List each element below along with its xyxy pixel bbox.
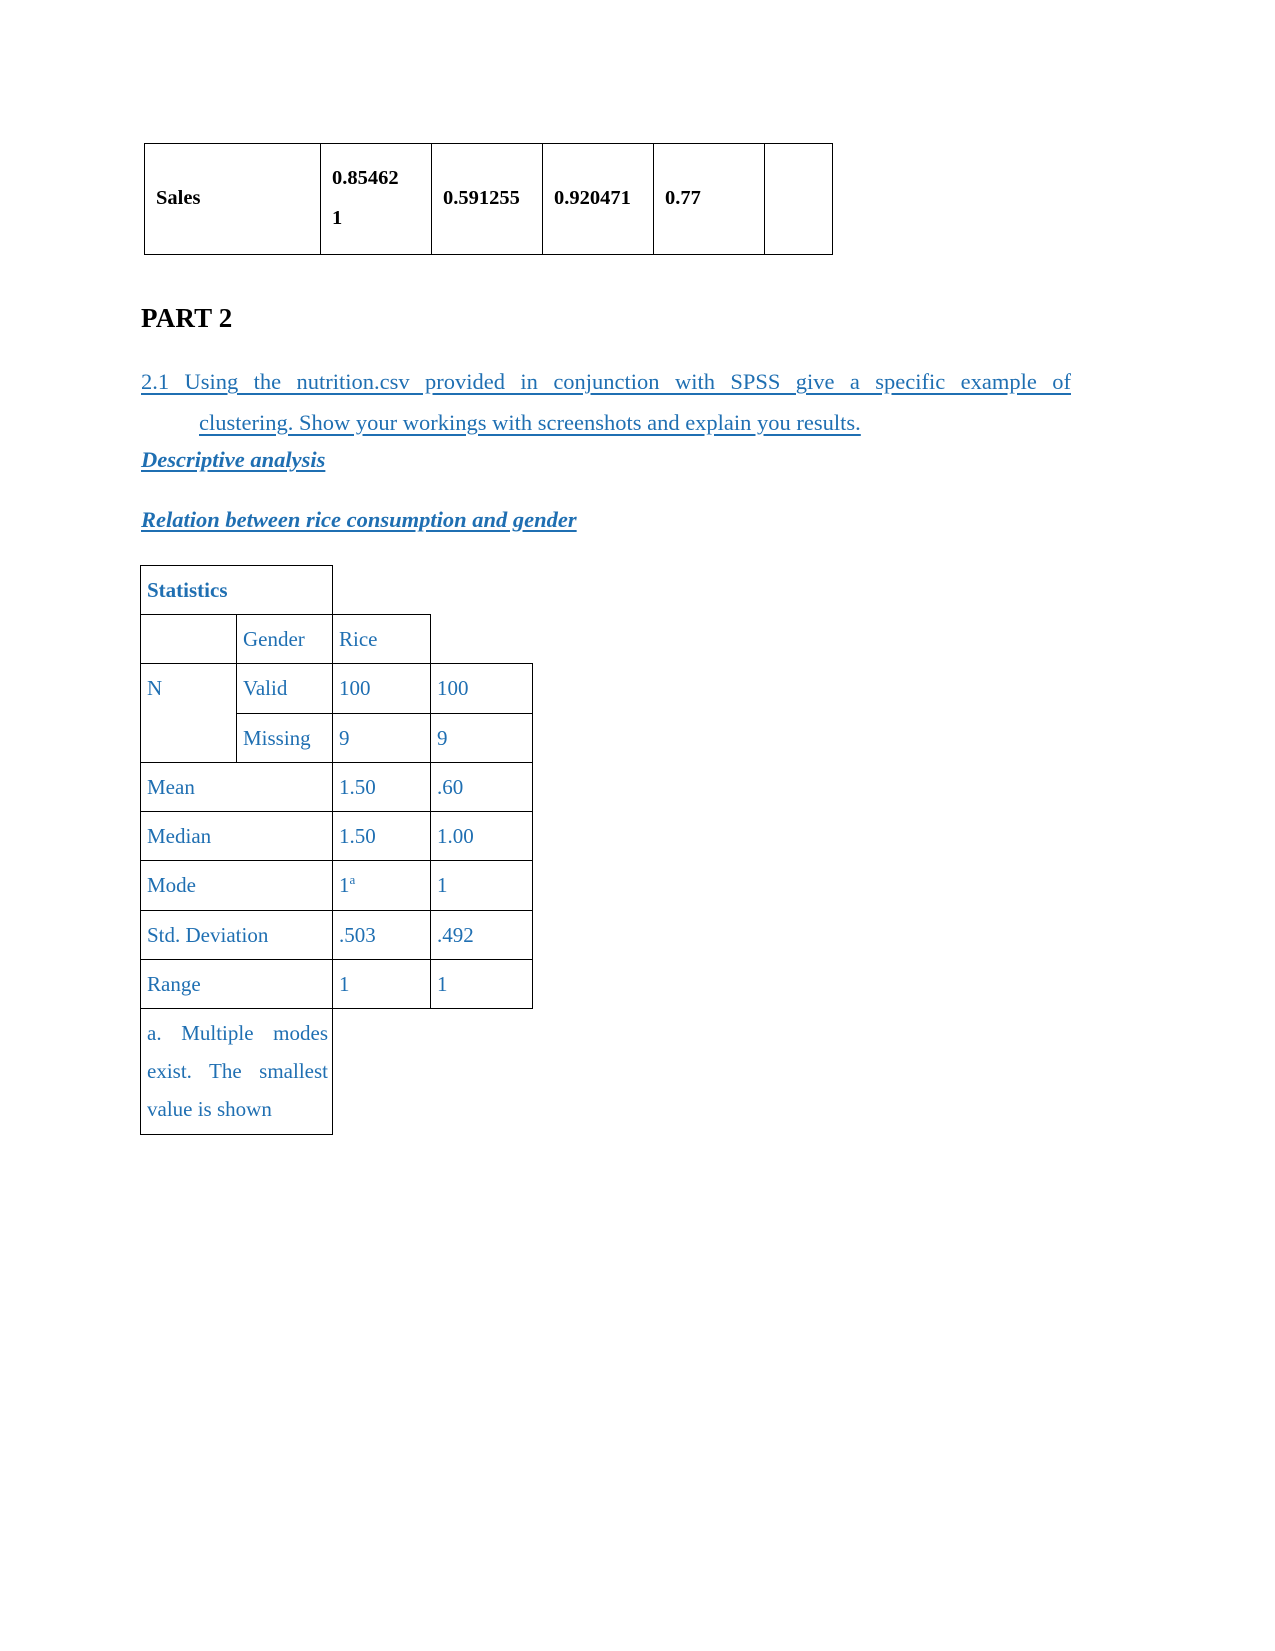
footnote-marker: a — [349, 872, 356, 888]
value-gender-valid: 100 — [332, 663, 431, 714]
value-rice-range: 1 — [430, 958, 533, 1009]
header-empty — [140, 614, 237, 665]
spacer-cell — [533, 812, 534, 861]
value-gender-missing: 9 — [332, 712, 431, 763]
value-rice-mode: 1 — [430, 860, 533, 911]
correlation-table: Sales 0.85462 1 0.591255 0.920471 0.77 — [144, 143, 833, 255]
sublabel-missing: Missing — [236, 712, 333, 763]
row-label-range: Range — [140, 958, 333, 1009]
spacer-cell — [533, 713, 534, 762]
value-gender-mean: 1.50 — [332, 761, 431, 813]
row-label-n: N — [140, 663, 237, 763]
table-row: Std. Deviation .503 .492 — [140, 909, 534, 960]
value-gender-std: .503 — [332, 909, 431, 960]
spacer-cell — [533, 959, 534, 1008]
value-rice-valid: 100 — [430, 663, 533, 714]
row-label-std-deviation: Std. Deviation — [140, 909, 333, 960]
spacer-cell — [431, 1008, 533, 1134]
value-cell-4: 0.77 — [653, 143, 765, 255]
question-line-2: clustering. Show your workings with scre… — [199, 409, 861, 435]
spacer-cell — [533, 1008, 534, 1134]
heading-descriptive-analysis: Descriptive analysis — [141, 447, 326, 472]
row-label-mode: Mode — [140, 860, 333, 911]
statistics-table-element: Statistics Gender Rice N Valid 100 100 M… — [140, 564, 534, 1135]
spacer-cell — [431, 615, 533, 664]
spacer-cell — [533, 910, 534, 959]
question-2-1: 2.1 Using the nutrition.csv provided in … — [141, 362, 1071, 443]
value-gender-mode-text: 1 — [339, 873, 350, 898]
value-gender-median: 1.50 — [332, 811, 431, 862]
table-row: N Valid 100 100 — [140, 663, 534, 763]
spacer-cell — [533, 762, 534, 811]
spacer-cell — [533, 664, 534, 713]
header-gender: Gender — [236, 614, 333, 665]
table-row-title: Statistics — [140, 564, 534, 616]
spacer-cell — [333, 566, 431, 615]
question-line-1: 2.1 Using the nutrition.csv provided in … — [141, 369, 1071, 394]
spacer-cell — [431, 566, 533, 615]
spacer-cell — [533, 615, 534, 664]
row-label-mean: Mean — [140, 761, 333, 813]
value-cell-3: 0.920471 — [542, 143, 654, 255]
value-gender-range: 1 — [332, 958, 431, 1009]
row-label-median: Median — [140, 811, 333, 862]
value-cell-1: 0.85462 1 — [320, 143, 432, 255]
table-row: Sales 0.85462 1 0.591255 0.920471 0.77 — [144, 143, 833, 255]
correlation-table-element: Sales 0.85462 1 0.591255 0.920471 0.77 — [144, 143, 833, 255]
table-row: Mean 1.50 .60 — [140, 761, 534, 813]
header-rice: Rice — [332, 614, 431, 665]
table-row: Mode 1a 1 — [140, 860, 534, 911]
table-row: Median 1.50 1.00 — [140, 811, 534, 862]
table-row: Range 1 1 — [140, 958, 534, 1009]
value-cell-2: 0.591255 — [431, 143, 543, 255]
stats-title: Statistics — [140, 564, 333, 616]
value-line-1: 0.85462 — [332, 167, 399, 190]
value-gender-mode: 1a — [332, 860, 431, 911]
spacer-cell — [533, 566, 534, 615]
sublabel-valid: Valid — [236, 663, 333, 714]
value-cell-5 — [764, 143, 833, 255]
spacer-cell — [533, 861, 534, 910]
value-rice-mean: .60 — [430, 761, 533, 813]
value-rice-median: 1.00 — [430, 811, 533, 862]
value-rice-std: .492 — [430, 909, 533, 960]
spacer-cell — [333, 1008, 431, 1134]
page-title: PART 2 — [141, 303, 233, 333]
value-rice-missing: 9 — [430, 712, 533, 763]
table-row-footnote: a. Multiple modes exist. The smallest va… — [140, 1007, 534, 1135]
document-page: Sales 0.85462 1 0.591255 0.920471 0.77 P… — [0, 0, 1275, 1651]
value-line-2: 1 — [332, 207, 343, 229]
table-row-header: Gender Rice — [140, 614, 534, 665]
stats-footnote: a. Multiple modes exist. The smallest va… — [140, 1007, 333, 1135]
heading-relation-rice-gender: Relation between rice consumption and ge… — [141, 507, 577, 532]
statistics-table: Statistics Gender Rice N Valid 100 100 M… — [140, 564, 534, 1135]
row-label-sales: Sales — [144, 143, 321, 255]
